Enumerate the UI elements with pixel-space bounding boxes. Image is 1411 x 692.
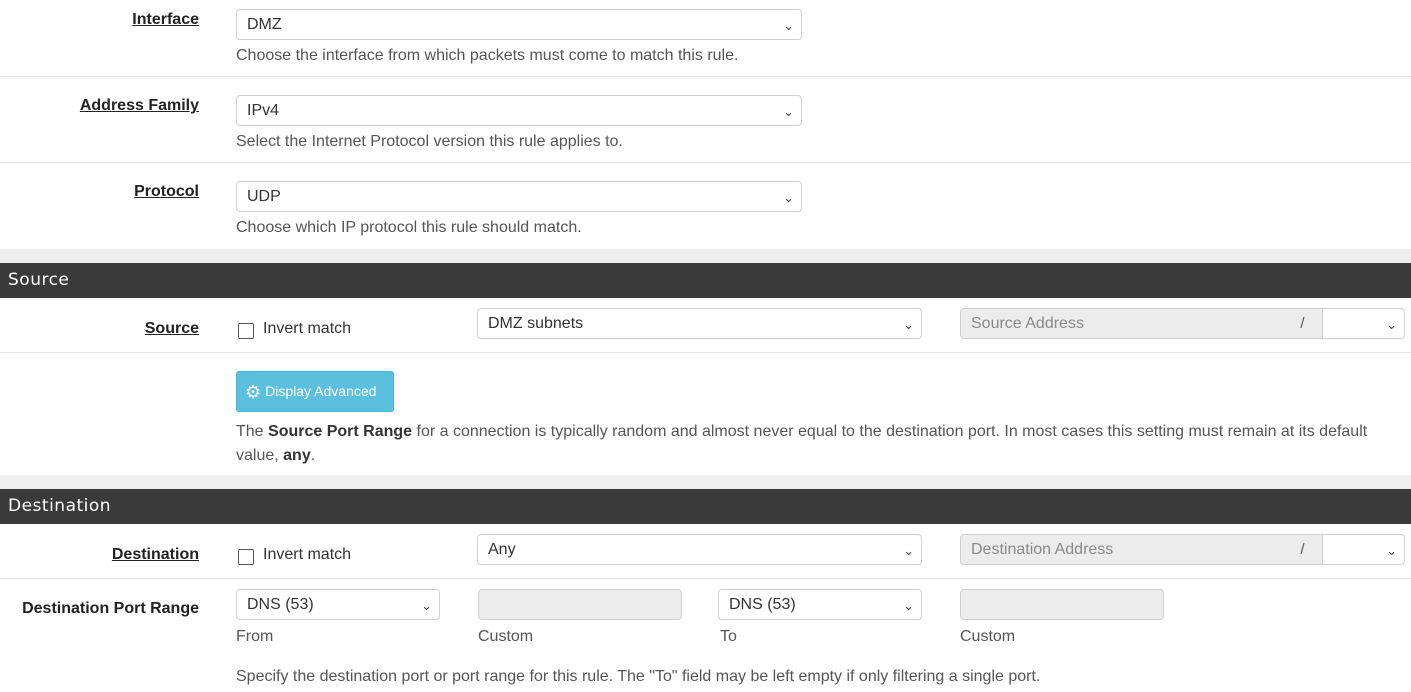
display-advanced-label: Display Advanced (265, 383, 377, 399)
source-type-value: DMZ subnets (488, 315, 584, 332)
interface-help: Choose the interface from which packets … (236, 47, 739, 64)
destination-mask-select[interactable]: ⌄ (1322, 534, 1405, 565)
destination-port-range-row: Destination Port Range DNS (53) ⌄ DNS (5… (0, 579, 1411, 692)
source-address-input[interactable]: Source Address (960, 308, 1283, 339)
chevron-down-icon: ⌄ (421, 598, 432, 613)
address-family-label: Address Family (79, 97, 199, 114)
address-family-row: Address Family IPv4 ⌄ Select the Interne… (0, 77, 1411, 163)
destination-type-select[interactable]: Any ⌄ (477, 534, 922, 565)
display-advanced-button[interactable]: ⚙ Display Advanced (236, 371, 394, 412)
source-port-help-any: any (283, 447, 311, 464)
chevron-down-icon: ⌄ (903, 543, 914, 558)
section-divider (0, 475, 1411, 489)
destination-row: Destination Invert match Any ⌄ Destinati… (0, 524, 1411, 579)
interface-value: DMZ (247, 16, 282, 33)
protocol-value: UDP (247, 188, 281, 205)
interface-select[interactable]: DMZ ⌄ (236, 9, 802, 40)
source-label: Source (144, 320, 199, 337)
protocol-help: Choose which IP protocol this rule shoul… (236, 219, 582, 236)
source-port-help-bold: Source Port Range (268, 423, 413, 440)
interface-row: Interface DMZ ⌄ Choose the interface fro… (0, 0, 1411, 77)
from-custom-label: Custom (478, 628, 534, 645)
chevron-down-icon: ⌄ (1386, 317, 1397, 332)
chevron-down-icon: ⌄ (903, 317, 914, 332)
from-label: From (236, 628, 274, 645)
destination-port-to-select[interactable]: DNS (53) ⌄ (718, 589, 922, 620)
destination-port-from-select[interactable]: DNS (53) ⌄ (236, 589, 440, 620)
destination-label: Destination (111, 546, 199, 563)
source-invert-label: Invert match (263, 320, 352, 337)
protocol-select[interactable]: UDP ⌄ (236, 181, 802, 212)
address-family-select[interactable]: IPv4 ⌄ (236, 95, 802, 126)
source-address-placeholder: Source Address (971, 315, 1084, 332)
chevron-down-icon: ⌄ (903, 598, 914, 613)
destination-port-from-value: DNS (53) (247, 596, 314, 613)
chevron-down-icon: ⌄ (783, 190, 794, 205)
destination-port-range-label: Destination Port Range (22, 600, 199, 617)
source-slash: / (1282, 308, 1323, 339)
protocol-label: Protocol (134, 183, 199, 200)
destination-section-header: Destination (0, 489, 1411, 524)
protocol-row: Protocol UDP ⌄ Choose which IP protocol … (0, 163, 1411, 249)
to-label: To (720, 628, 737, 645)
source-row: Source Invert match DMZ subnets ⌄ Source… (0, 298, 1411, 353)
chevron-down-icon: ⌄ (1386, 543, 1397, 558)
destination-address-placeholder: Destination Address (971, 541, 1114, 558)
source-invert-checkbox[interactable] (238, 323, 254, 339)
source-type-select[interactable]: DMZ subnets ⌄ (477, 308, 922, 339)
address-family-value: IPv4 (247, 102, 280, 119)
destination-port-to-value: DNS (53) (729, 596, 796, 613)
destination-port-from-custom[interactable] (478, 589, 682, 620)
source-section-header: Source (0, 263, 1411, 298)
chevron-down-icon: ⌄ (783, 104, 794, 119)
address-family-help: Select the Internet Protocol version thi… (236, 133, 623, 150)
destination-port-help: Specify the destination port or port ran… (236, 668, 1041, 685)
destination-port-to-custom[interactable] (960, 589, 1164, 620)
destination-slash: / (1282, 534, 1323, 565)
source-port-help-end: . (310, 447, 316, 464)
gear-icon: ⚙ (245, 382, 262, 402)
interface-label: Interface (132, 11, 199, 28)
source-mask-select[interactable]: ⌄ (1322, 308, 1405, 339)
to-custom-label: Custom (960, 628, 1016, 645)
section-divider (0, 249, 1411, 263)
chevron-down-icon: ⌄ (783, 18, 794, 33)
destination-type-value: Any (488, 541, 516, 558)
source-port-help-prefix: The (236, 423, 269, 440)
source-port-help: The Source Port Range for a connection i… (236, 420, 1401, 468)
destination-invert-label: Invert match (263, 546, 352, 563)
destination-address-input[interactable]: Destination Address (960, 534, 1283, 565)
destination-invert-checkbox[interactable] (238, 549, 254, 565)
